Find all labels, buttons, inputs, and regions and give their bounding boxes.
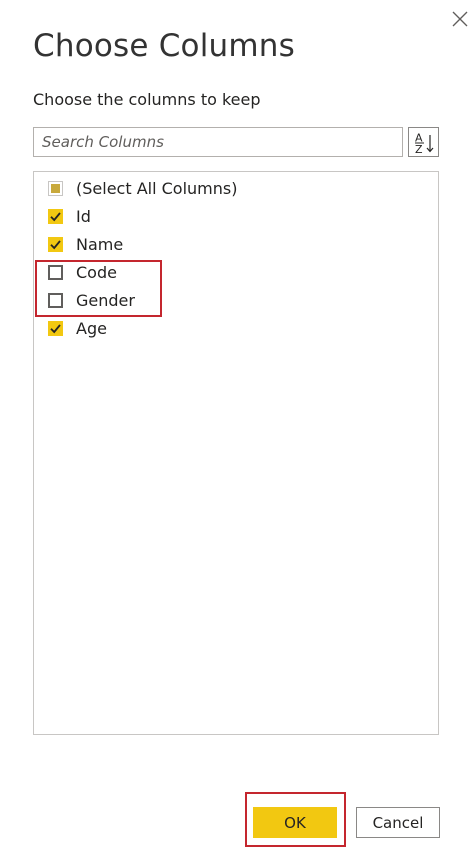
dialog-title: Choose Columns (33, 28, 295, 64)
list-item-label: Code (76, 262, 117, 282)
list-item-name[interactable]: Name (48, 233, 123, 255)
gender-checkbox[interactable] (48, 292, 63, 308)
sort-button[interactable]: A Z (408, 127, 439, 157)
name-checkbox[interactable] (48, 236, 63, 252)
search-columns-input[interactable] (33, 127, 403, 157)
checkmark-icon (50, 323, 61, 333)
list-item-label: Name (76, 234, 124, 254)
close-icon (452, 11, 468, 27)
select-all-checkbox[interactable] (48, 180, 63, 196)
age-checkbox[interactable] (48, 320, 63, 336)
sort-letter-z: Z (415, 143, 423, 155)
checkmark-icon (50, 211, 61, 221)
list-item-age[interactable]: Age (48, 317, 107, 339)
ok-button[interactable]: OK (253, 807, 337, 838)
list-item-code[interactable]: Code (48, 261, 117, 283)
columns-list: (Select All Columns) Id Name Code Gender… (33, 171, 439, 735)
list-item-label: Gender (76, 290, 135, 310)
list-item-select-all[interactable]: (Select All Columns) (48, 177, 237, 199)
list-item-gender[interactable]: Gender (48, 289, 135, 311)
list-item-label: Id (76, 206, 91, 226)
list-item-label: (Select All Columns) (76, 178, 238, 198)
dialog-subtitle: Choose the columns to keep (33, 90, 261, 109)
code-checkbox[interactable] (48, 264, 63, 280)
close-button[interactable] (449, 8, 471, 30)
checkmark-icon (50, 239, 61, 249)
list-item-label: Age (76, 318, 107, 338)
sort-az-icon: A Z (414, 132, 433, 155)
partial-check-icon (51, 183, 60, 193)
id-checkbox[interactable] (48, 208, 63, 224)
cancel-button[interactable]: Cancel (356, 807, 440, 838)
list-item-id[interactable]: Id (48, 205, 91, 227)
